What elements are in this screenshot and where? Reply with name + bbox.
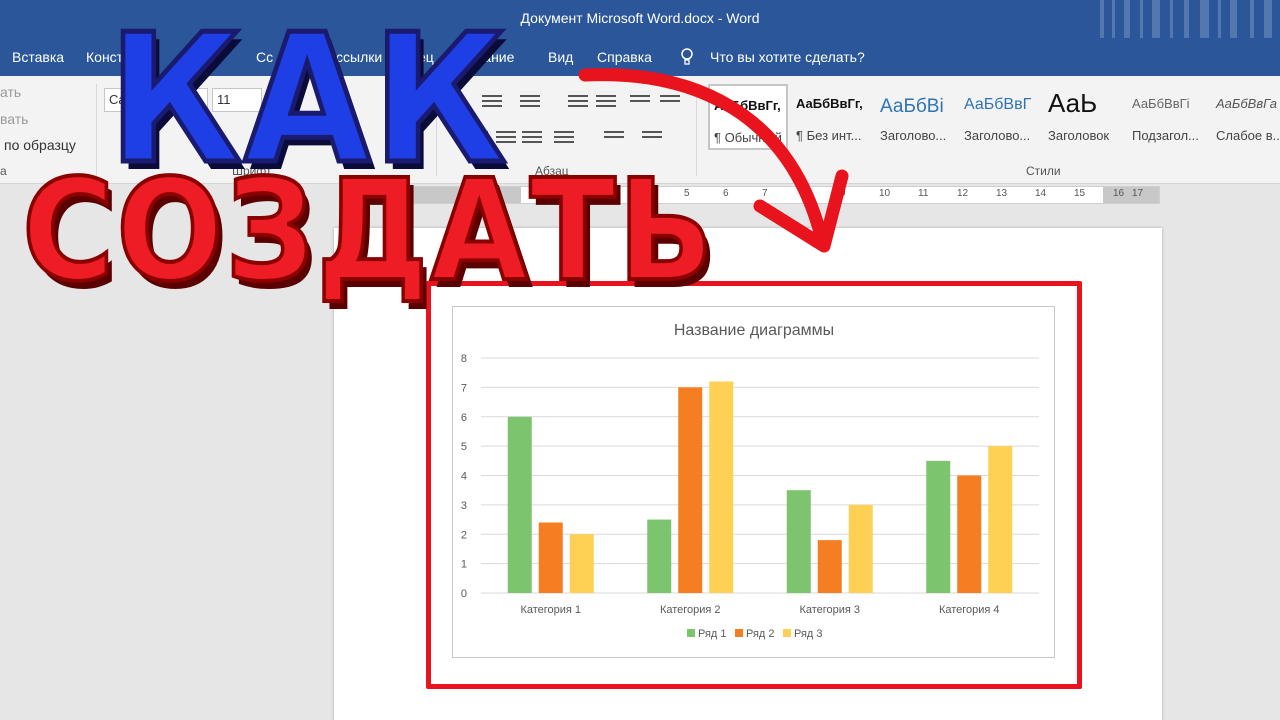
style-heading-2[interactable]: АаБбВвГ Заголово... [960,84,1040,150]
style-name: Заголово... [880,128,947,143]
clipboard-group-label: а [0,164,7,178]
ruler-tick: 8 [801,188,807,199]
highlight-frame [426,281,1082,689]
cut-label[interactable]: ать [0,84,21,100]
style-sample: АаБбВі [880,96,944,117]
style-sample: АаБбВвГі [1132,96,1190,111]
tab-insert[interactable]: Вставка [12,49,64,65]
style-subtle-emphasis[interactable]: АаБбВвГа Слабое в... [1212,84,1280,150]
ruler-tick: 9 [840,188,846,199]
ruler-tick: 16 [1113,188,1125,199]
ruler-tick: 6 [723,188,729,199]
ruler-margin-right [1103,187,1159,203]
ruler-tick: 10 [879,188,891,199]
ruler-tick: 11 [918,188,929,199]
tell-me-search[interactable]: Что вы хотите сделать? [710,49,865,65]
sort-icon[interactable] [630,92,650,110]
style-sample: АаБбВвГ [964,96,1032,113]
style-sample: АаБбВвГа [1216,96,1278,111]
style-heading-1[interactable]: АаБбВі Заголово... [876,84,956,150]
show-marks-icon[interactable] [660,92,680,110]
justify-icon[interactable] [522,128,542,146]
overlay-title-line2: СОЗДАТЬ [20,148,716,315]
style-name: ¶ Обычный [714,130,783,145]
style-sample: АаБбВвГг, [714,98,781,113]
lightbulb-icon [681,48,693,65]
style-name: ¶ Без инт... [796,128,862,143]
tab-help[interactable]: Справка [597,49,652,65]
style-no-spacing[interactable]: АаБбВвГг, ¶ Без инт... [792,84,872,150]
style-name: Заголово... [964,128,1031,143]
style-title[interactable]: АаЬ Заголовок [1044,84,1124,150]
style-name: Заголовок [1048,128,1110,143]
ruler-tick: 14 [1035,188,1047,199]
tab-view[interactable]: Вид [548,49,573,65]
style-sample: АаЬ [1048,88,1098,118]
multilevel-list-icon[interactable] [520,92,540,110]
ruler-tick: 12 [957,188,969,199]
increase-indent-icon[interactable] [596,92,616,110]
ruler-tick: 7 [762,188,768,199]
ruler-tick: 13 [996,188,1008,199]
style-name: Слабое в... [1216,128,1280,143]
style-subtitle[interactable]: АаБбВвГі Подзагол... [1128,84,1208,150]
borders-icon[interactable] [642,128,662,146]
copy-label[interactable]: вать [0,111,28,127]
style-sample: АаБбВвГг, [796,96,863,111]
ruler-tick: 15 [1074,188,1086,199]
shading-icon[interactable] [604,128,624,146]
ruler-tick: 17 [1132,188,1144,199]
decrease-indent-icon[interactable] [568,92,588,110]
style-normal[interactable]: АаБбВвГг, ¶ Обычный [708,84,788,150]
line-spacing-icon[interactable] [554,128,574,146]
styles-group-label: Стили [1026,164,1061,178]
style-name: Подзагол... [1132,128,1199,143]
